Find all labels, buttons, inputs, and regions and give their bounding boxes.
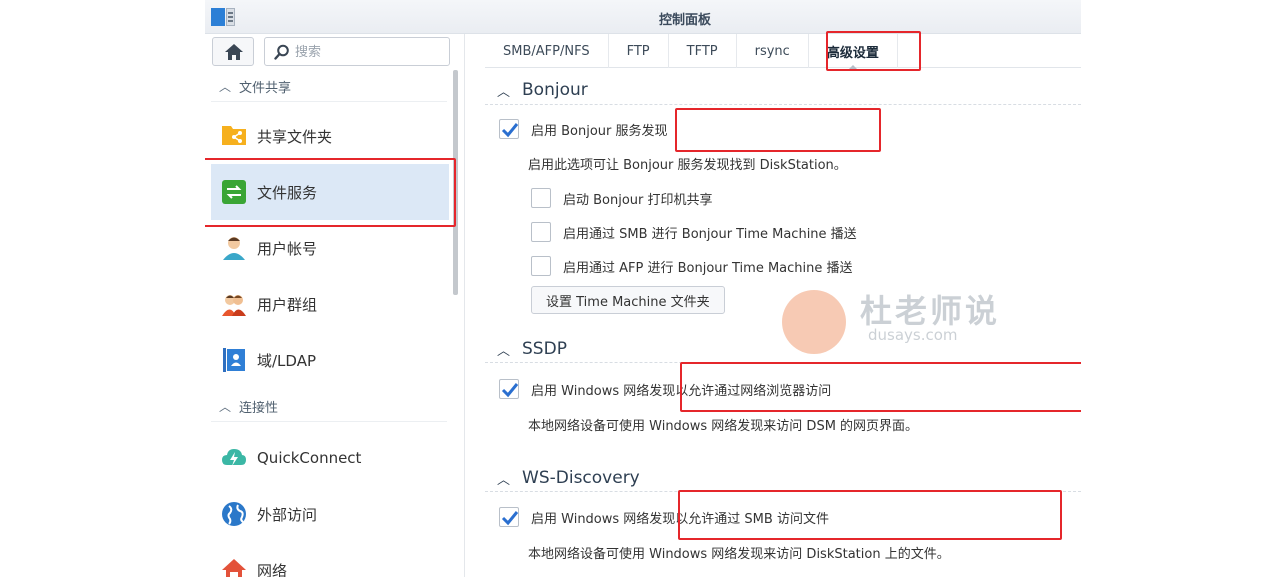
sidebar-item-label: 域/LDAP [257, 351, 317, 370]
window-title: 控制面板 [658, 13, 711, 28]
control-panel-window: 控制面板 ︿ 文件共享 共享文件夹 [205, 0, 1081, 577]
set-time-machine-folder-button[interactable]: 设置 Time Machine 文件夹 [531, 286, 725, 314]
user-group-icon [221, 291, 247, 317]
watermark-subtext: dusays.com [868, 326, 958, 344]
search-input[interactable] [295, 42, 445, 62]
watermark-text: 杜老师说 [860, 292, 1001, 330]
ssdp-section-header[interactable]: ︿ SSDP [497, 339, 567, 359]
caret-up-icon: ︿ [497, 472, 511, 488]
search-icon [274, 44, 289, 60]
search-box[interactable] [264, 37, 450, 66]
ws-discovery-heading: WS-Discovery [522, 468, 640, 488]
network-home-icon [221, 557, 247, 577]
sidebar: ︿ 文件共享 共享文件夹 文件服务 用户帐号 用户群组 [205, 34, 465, 577]
sidebar-item-domain-ldap[interactable]: 域/LDAP [211, 332, 449, 388]
tab-smb-afp-nfs[interactable]: SMB/AFP/NFS [485, 34, 609, 68]
highlight-box-ssdp [680, 362, 1081, 412]
bonjour-printer-label: 启动 Bonjour 打印机共享 [563, 192, 713, 208]
highlight-box-bonjour [675, 108, 881, 152]
highlight-box-advanced-tab [826, 31, 921, 71]
tab-rsync[interactable]: rsync [737, 34, 809, 68]
sidebar-item-label: 用户群组 [257, 295, 318, 314]
ssdp-description: 本地网络设备可使用 Windows 网络发现来访问 DSM 的网页界面。 [528, 419, 919, 434]
home-icon [225, 44, 243, 60]
sidebar-item-user-group[interactable]: 用户群组 [211, 276, 449, 332]
sidebar-item-label: 网络 [257, 561, 288, 577]
section-label: 文件共享 [239, 81, 292, 96]
domain-ldap-icon [221, 347, 247, 373]
sidebar-item-network[interactable]: 网络 [211, 542, 449, 577]
ws-discovery-section-header[interactable]: ︿ WS-Discovery [497, 468, 640, 488]
globe-icon [221, 501, 247, 527]
tab-ftp[interactable]: FTP [609, 34, 669, 68]
sidebar-item-external-access[interactable]: 外部访问 [211, 486, 449, 542]
tab-bar: SMB/AFP/NFS FTP TFTP rsync 高级设置 [485, 34, 1081, 69]
watermark-logo-icon [782, 290, 846, 354]
sidebar-item-user-account[interactable]: 用户帐号 [211, 220, 449, 276]
bonjour-smb-tm-checkbox[interactable] [531, 222, 551, 242]
bonjour-description: 启用此选项可让 Bonjour 服务发现找到 DiskStation。 [528, 158, 847, 173]
control-panel-app-icon [211, 6, 237, 28]
ssdp-enable-checkbox[interactable] [499, 379, 519, 399]
caret-up-icon: ︿ [497, 343, 511, 359]
sidebar-item-quickconnect[interactable]: QuickConnect [211, 430, 449, 486]
section-connectivity[interactable]: ︿ 连接性 [211, 392, 447, 422]
section-file-sharing[interactable]: ︿ 文件共享 [211, 72, 447, 102]
quickconnect-icon [221, 445, 247, 471]
bonjour-afp-tm-checkbox[interactable] [531, 256, 551, 276]
checkmark-icon [501, 511, 519, 526]
checkmark-icon [501, 123, 519, 138]
highlight-box-ws-discovery [678, 490, 1062, 540]
chevron-up-icon: ︿ [218, 400, 231, 414]
sidebar-item-shared-folder[interactable]: 共享文件夹 [211, 108, 449, 164]
bonjour-enable-checkbox[interactable] [499, 119, 519, 139]
sidebar-item-label: 外部访问 [257, 505, 318, 524]
sidebar-item-label: 用户帐号 [257, 239, 318, 258]
user-icon [221, 235, 247, 261]
shared-folder-icon [221, 123, 247, 149]
bonjour-enable-label: 启用 Bonjour 服务发现 [531, 123, 668, 139]
bonjour-enable-row[interactable]: 启用 Bonjour 服务发现 [499, 119, 668, 139]
checkmark-icon [501, 383, 519, 398]
section-label: 连接性 [239, 401, 279, 416]
title-bar: 控制面板 [205, 0, 1081, 34]
highlight-box-file-services [205, 158, 456, 227]
caret-up-icon: ︿ [497, 84, 511, 100]
bonjour-heading: Bonjour [522, 80, 588, 100]
ssdp-heading: SSDP [522, 339, 567, 359]
main-panel: SMB/AFP/NFS FTP TFTP rsync 高级设置 ︿ Bonjou… [467, 31, 1081, 577]
home-button[interactable] [212, 37, 254, 66]
bonjour-smb-tm-label: 启用通过 SMB 进行 Bonjour Time Machine 播送 [563, 226, 857, 242]
bonjour-printer-checkbox[interactable] [531, 188, 551, 208]
chevron-up-icon: ︿ [218, 80, 231, 94]
bonjour-section-header[interactable]: ︿ Bonjour [497, 80, 588, 100]
bonjour-printer-row[interactable]: 启动 Bonjour 打印机共享 [531, 188, 713, 208]
ws-discovery-enable-checkbox[interactable] [499, 507, 519, 527]
tab-tftp[interactable]: TFTP [669, 34, 737, 68]
divider [485, 104, 1081, 105]
watermark: 杜老师说 dusays.com [782, 284, 1032, 364]
bonjour-afp-tm-label: 启用通过 AFP 进行 Bonjour Time Machine 播送 [563, 260, 853, 276]
sidebar-item-label: QuickConnect [257, 449, 362, 467]
sidebar-item-label: 共享文件夹 [257, 127, 333, 146]
bonjour-smb-tm-row[interactable]: 启用通过 SMB 进行 Bonjour Time Machine 播送 [531, 222, 857, 242]
ws-discovery-description: 本地网络设备可使用 Windows 网络发现来访问 DiskStation 上的… [528, 547, 950, 562]
bonjour-afp-tm-row[interactable]: 启用通过 AFP 进行 Bonjour Time Machine 播送 [531, 256, 853, 276]
